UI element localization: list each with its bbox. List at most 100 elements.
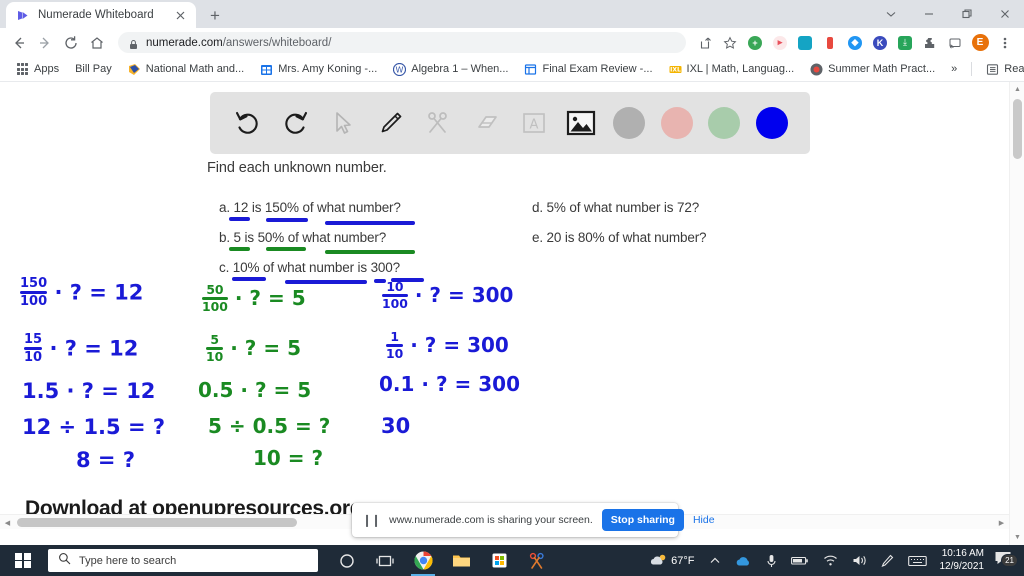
- worksheet-left-questions: a. 12 is 150% of what number? b. 5 is 50…: [219, 200, 539, 290]
- snip-sketch-icon[interactable]: [518, 545, 556, 576]
- vertical-scroll-thumb[interactable]: [1013, 99, 1022, 159]
- pause-icon: ❙❙: [362, 513, 381, 527]
- bookmark-algebra-1[interactable]: W Algebra 1 – When...: [385, 58, 516, 80]
- cortana-icon[interactable]: [328, 545, 366, 576]
- whiteboard-page: A Find each unknown number. a. 12 is 150…: [0, 82, 1024, 545]
- pen-icon[interactable]: [874, 545, 901, 576]
- scroll-left-arrow-icon[interactable]: ◀: [0, 515, 15, 530]
- chevron-down-icon[interactable]: [872, 0, 910, 28]
- image-icon[interactable]: [559, 101, 603, 145]
- underline-b-what: [325, 250, 415, 254]
- national-math-icon: [128, 63, 141, 76]
- redo-icon[interactable]: [273, 101, 317, 145]
- profile-avatar-icon[interactable]: E: [969, 32, 991, 54]
- underline-a-150: [266, 218, 308, 222]
- horizontal-scroll-thumb[interactable]: [17, 518, 297, 527]
- weather-widget[interactable]: 67°F: [643, 545, 701, 576]
- vertical-scrollbar[interactable]: ▲ ▼: [1009, 82, 1024, 545]
- svg-text:W: W: [396, 65, 404, 74]
- extension-save-icon[interactable]: ⤓: [894, 32, 916, 54]
- cast-icon[interactable]: [944, 32, 966, 54]
- chrome-menu-icon[interactable]: [994, 32, 1016, 54]
- calendar-blue-icon: [260, 63, 273, 76]
- bookmark-summer-math[interactable]: Summer Math Pract...: [802, 58, 943, 80]
- task-view-icon[interactable]: [366, 545, 404, 576]
- show-hidden-icons[interactable]: [702, 545, 728, 576]
- onedrive-icon[interactable]: [728, 545, 759, 576]
- ink-expression: · ? = 12: [54, 280, 144, 305]
- extension-pink-icon[interactable]: ▸: [769, 32, 791, 54]
- bookmark-final-exam-review[interactable]: Final Exam Review -...: [516, 58, 660, 80]
- bookmarks-overflow-group: » Reading list: [943, 58, 1024, 80]
- pencil-icon[interactable]: [369, 101, 413, 145]
- bookmark-ixl[interactable]: IXL IXL | Math, Languag...: [661, 58, 803, 80]
- bookmark-bill-pay[interactable]: Bill Pay: [67, 58, 120, 80]
- color-swatch-green[interactable]: [702, 101, 746, 145]
- extension-teal-icon[interactable]: [794, 32, 816, 54]
- bookmark-mrs-amy-koning[interactable]: Mrs. Amy Koning -...: [252, 58, 385, 80]
- wordpress-icon: W: [393, 62, 407, 76]
- address-bar[interactable]: numerade.com/answers/whiteboard/: [118, 32, 686, 53]
- eraser-icon[interactable]: [464, 101, 508, 145]
- share-icon[interactable]: [694, 32, 716, 54]
- back-arrow-icon[interactable]: [6, 30, 32, 56]
- fraction-denominator: 10: [24, 349, 43, 365]
- svg-text:A: A: [529, 118, 538, 133]
- close-icon[interactable]: [173, 8, 188, 23]
- forward-arrow-icon[interactable]: [32, 30, 58, 56]
- undo-icon[interactable]: [226, 101, 270, 145]
- bookmarks-overflow-button[interactable]: »: [943, 58, 965, 80]
- extension-blue-icon[interactable]: ◆: [844, 32, 866, 54]
- reload-icon[interactable]: [58, 30, 84, 56]
- extension-k-icon[interactable]: K: [869, 32, 891, 54]
- ink-line-b4: 5 ÷ 0.5 = ?: [208, 414, 331, 438]
- minimize-icon[interactable]: [910, 0, 948, 28]
- tabstrip: Numerade Whiteboard +: [0, 0, 228, 28]
- color-swatch-gray[interactable]: [607, 101, 651, 145]
- ink-line-a3: 1.5 · ? = 12: [22, 379, 156, 403]
- scissors-icon[interactable]: [416, 101, 460, 145]
- file-explorer-icon[interactable]: [442, 545, 480, 576]
- taskbar-search-input[interactable]: Type here to search: [48, 549, 318, 572]
- volume-icon[interactable]: [845, 545, 874, 576]
- bookmark-star-icon[interactable]: [719, 32, 741, 54]
- restore-icon[interactable]: [948, 0, 986, 28]
- wifi-icon[interactable]: [816, 545, 845, 576]
- new-tab-button[interactable]: +: [202, 2, 228, 28]
- stop-sharing-button[interactable]: Stop sharing: [601, 509, 684, 531]
- microsoft-store-icon[interactable]: [480, 545, 518, 576]
- color-swatch-blue[interactable]: [750, 101, 794, 145]
- chrome-icon[interactable]: [404, 545, 442, 576]
- notification-center-button[interactable]: 21: [992, 550, 1020, 571]
- reading-list-button[interactable]: Reading list: [978, 58, 1024, 80]
- color-swatch-pink[interactable]: [655, 101, 699, 145]
- windows-start-icon[interactable]: [0, 545, 46, 576]
- bookmark-apps[interactable]: Apps: [8, 58, 67, 80]
- fraction-numerator: 10: [386, 279, 404, 294]
- close-window-icon[interactable]: [986, 0, 1024, 28]
- profile-initial: E: [971, 34, 989, 51]
- extension-red-icon[interactable]: [819, 32, 841, 54]
- lock-icon: [128, 37, 139, 49]
- browser-navigation-bar: numerade.com/answers/whiteboard/ + ▸ ◆ K…: [0, 28, 1024, 57]
- hide-share-bar-link[interactable]: Hide: [693, 514, 715, 526]
- text-box-icon[interactable]: A: [512, 101, 556, 145]
- microphone-icon[interactable]: [759, 545, 784, 576]
- scroll-right-arrow-icon[interactable]: ▶: [994, 515, 1009, 530]
- extension-green-icon[interactable]: +: [744, 32, 766, 54]
- numerade-play-icon: [16, 8, 31, 23]
- scroll-down-arrow-icon[interactable]: ▼: [1010, 530, 1024, 545]
- home-icon[interactable]: [84, 30, 110, 56]
- scroll-up-arrow-icon[interactable]: ▲: [1010, 82, 1024, 97]
- bookmarks-bar: Apps Bill Pay National Math and... Mrs. …: [0, 57, 1024, 82]
- browser-tabstrip-bar: Numerade Whiteboard +: [0, 0, 1024, 28]
- cursor-select-icon[interactable]: [321, 101, 365, 145]
- bookmark-national-math[interactable]: National Math and...: [120, 58, 252, 80]
- keyboard-icon[interactable]: [901, 545, 934, 576]
- puzzle-extensions-icon[interactable]: [919, 32, 941, 54]
- underline-a-what: [325, 221, 415, 225]
- browser-tab-numerade[interactable]: Numerade Whiteboard: [6, 2, 196, 28]
- battery-icon[interactable]: [784, 545, 816, 576]
- ink-expression: · ? = 12: [49, 336, 139, 361]
- taskbar-clock[interactable]: 10:16 AM 12/9/2021: [934, 548, 993, 573]
